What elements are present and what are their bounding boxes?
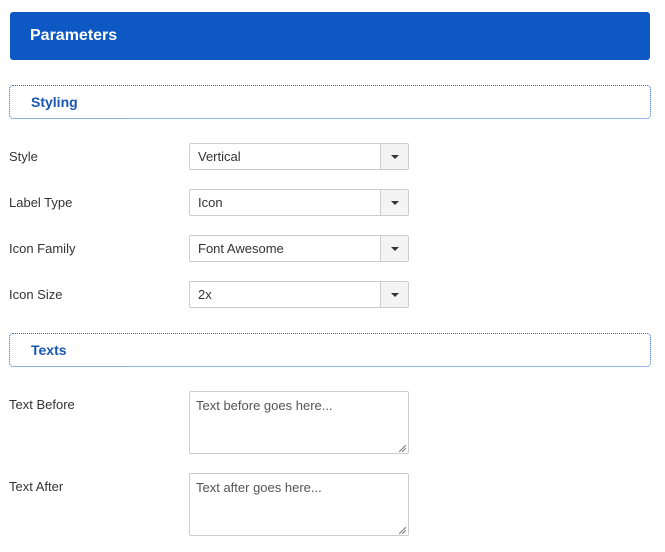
style-select-value: Vertical [198, 149, 241, 164]
label-type-dropdown-button[interactable] [380, 190, 408, 215]
chevron-down-icon [390, 292, 399, 297]
section-texts: Texts [9, 333, 651, 367]
chevron-down-icon [390, 246, 399, 251]
resize-grip-icon[interactable] [399, 445, 406, 452]
label-type-select-value: Icon [198, 195, 223, 210]
text-after-textarea[interactable] [189, 473, 409, 536]
section-styling-title: Styling [31, 94, 78, 110]
chevron-down-icon [390, 200, 399, 205]
icon-size-select-value: 2x [198, 287, 212, 302]
parameters-header: Parameters [10, 12, 650, 60]
resize-grip-icon[interactable] [399, 527, 406, 534]
chevron-down-icon [390, 154, 399, 159]
style-select[interactable]: Vertical [189, 143, 409, 170]
icon-family-select[interactable]: Font Awesome [189, 235, 409, 262]
text-after-label: Text After [9, 479, 64, 494]
icon-size-label: Icon Size [9, 287, 63, 302]
header-title: Parameters [30, 27, 118, 44]
style-label: Style [9, 149, 38, 164]
icon-size-select[interactable]: 2x [189, 281, 409, 308]
style-dropdown-button[interactable] [380, 144, 408, 169]
section-styling: Styling [9, 85, 651, 119]
text-before-label: Text Before [9, 397, 75, 412]
label-type-select[interactable]: Icon [189, 189, 409, 216]
icon-family-dropdown-button[interactable] [380, 236, 408, 261]
section-texts-title: Texts [31, 342, 67, 358]
label-type-label: Label Type [9, 195, 73, 210]
icon-family-label: Icon Family [9, 241, 76, 256]
icon-family-select-value: Font Awesome [198, 241, 284, 256]
text-before-textarea[interactable] [189, 391, 409, 454]
icon-size-dropdown-button[interactable] [380, 282, 408, 307]
